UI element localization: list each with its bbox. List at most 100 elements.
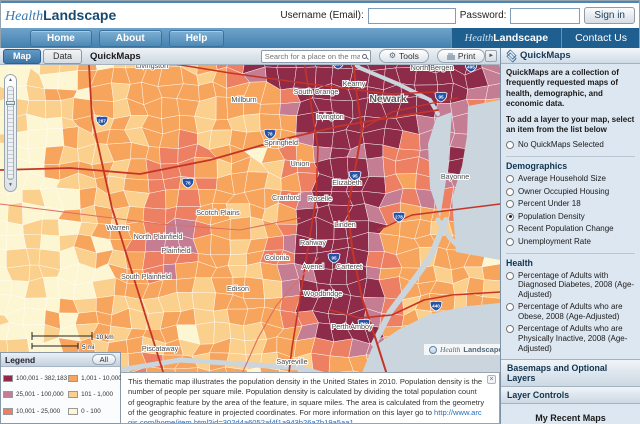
city-label: Edison <box>227 284 249 293</box>
zoom-track[interactable] <box>6 86 15 180</box>
svg-text:78: 78 <box>185 181 191 186</box>
map-toolbar: Map Data QuickMaps ⚙ Tools Print ► <box>0 48 500 65</box>
scale-km-label: 10 km <box>96 334 114 341</box>
quickmap-option-label: Unemployment Rate <box>518 236 591 246</box>
quickmap-option[interactable]: Percent Under 18 <box>506 199 635 209</box>
quickmap-option-label: Average Household Size <box>518 173 606 183</box>
city-label: Irvington <box>316 112 344 121</box>
legend-swatch <box>68 391 79 399</box>
search-icon <box>361 53 367 59</box>
quickmap-option[interactable]: Unemployment Rate <box>506 237 635 247</box>
svg-text:287: 287 <box>98 119 106 124</box>
legend-swatch <box>68 374 79 382</box>
quickmap-option[interactable]: Population Density <box>506 212 635 222</box>
radio-icon <box>506 141 514 150</box>
section-title-demographics: Demographics <box>506 155 635 171</box>
quickmap-option[interactable]: Percentage of Adults with Diagnosed Diab… <box>506 271 635 300</box>
nav-brand-health: Health <box>464 32 494 44</box>
quickmaps-intro-2: To add a layer to your map, select an it… <box>506 114 635 134</box>
tools-label: Tools <box>399 51 419 61</box>
tab-data[interactable]: Data <box>43 48 83 64</box>
svg-text:440: 440 <box>432 304 440 309</box>
city-label: Roselle <box>308 194 332 203</box>
close-icon[interactable]: × <box>487 375 496 384</box>
city-label: Kearny <box>343 79 366 88</box>
nav-items: Home About Help <box>0 28 225 48</box>
svg-text:95: 95 <box>331 256 337 261</box>
quickmaps-panel-header[interactable]: QuickMaps <box>501 48 640 64</box>
legend-swatch <box>3 408 13 416</box>
quickmap-option-label: Percentage of Adults with Diagnosed Diab… <box>518 270 635 299</box>
quickmaps-sidebar: QuickMaps QuickMaps are a collection of … <box>500 48 640 424</box>
layers-icon <box>506 51 516 61</box>
city-label: Colonia <box>265 253 289 262</box>
city-label: North Plainfield <box>134 232 183 241</box>
legend-swatch <box>3 374 13 382</box>
quickmap-option[interactable]: Recent Population Change <box>506 224 635 234</box>
tab-map[interactable]: Map <box>3 48 41 64</box>
legend-all-button[interactable]: All <box>91 354 116 365</box>
quickmaps-intro-1: QuickMaps are a collection of frequently… <box>506 68 619 109</box>
city-label: Warren <box>106 223 129 232</box>
quickmap-option[interactable]: Percentage of Adults who are Physically … <box>506 324 635 353</box>
city-label: Avenel <box>302 262 324 271</box>
layer-description-panel: × This thematic map illustrates the popu… <box>121 372 500 424</box>
svg-text:278: 278 <box>395 215 403 220</box>
quickmap-option-label: Population Density <box>518 211 585 221</box>
legend-swatch <box>3 391 13 399</box>
legend-item: 10,001 - 25,000 <box>3 403 67 420</box>
username-input[interactable] <box>367 7 456 24</box>
attribution-health: Health <box>440 345 461 354</box>
nav-button-home[interactable]: Home <box>30 29 92 47</box>
city-label: Piscataway <box>142 344 179 353</box>
quickmap-option[interactable]: Owner Occupied Housing <box>506 187 635 197</box>
nav-button-help[interactable]: Help <box>168 29 225 47</box>
legend-panel: Legend All 100,001 - 382,183 25,001 - 100… <box>0 352 122 424</box>
app-header: HealthLandscape Username (Email): Passwo… <box>0 3 640 28</box>
quickmaps-panel-title: QuickMaps <box>520 50 571 61</box>
legend-item: 1,001 - 10,000 <box>68 370 122 387</box>
radio-icon <box>506 303 514 312</box>
accordion-layer-controls[interactable]: Layer Controls <box>501 387 640 405</box>
quickmap-option[interactable]: Average Household Size <box>506 174 635 184</box>
city-label: Millburn <box>231 95 256 104</box>
city-label: Linden <box>334 220 356 229</box>
logo-health-text: Health <box>5 8 44 24</box>
city-label: Carteret <box>336 262 362 271</box>
tools-button[interactable]: ⚙ Tools <box>378 49 429 63</box>
sign-in-button[interactable]: Sign in <box>584 7 635 24</box>
quickmap-option[interactable]: No QuickMaps Selected <box>506 140 635 150</box>
quickmap-option[interactable]: Percentage of Adults who are Obese, 2008… <box>506 302 635 321</box>
globe-icon <box>429 345 437 354</box>
nav-button-about[interactable]: About <box>98 29 162 47</box>
printer-icon <box>446 52 455 60</box>
layer-description-text: This thematic map illustrates the popula… <box>128 377 485 417</box>
city-label: Plainfield <box>161 246 190 255</box>
zoom-slider-handle[interactable] <box>6 101 15 105</box>
radio-icon <box>506 200 514 209</box>
radio-icon <box>506 212 514 221</box>
nav-brand-landscape: Landscape <box>493 32 549 44</box>
accordion-basemaps-and-optional-layers[interactable]: Basemaps and Optional Layers <box>501 359 640 388</box>
main-content: 2872804959578789527895440440 LivingstonN… <box>0 48 640 424</box>
print-button[interactable]: Print <box>436 49 486 63</box>
city-label: Scotch Plains <box>196 208 240 217</box>
legend-item: 0 - 100 <box>68 403 122 420</box>
quickmap-option-label: Owner Occupied Housing <box>518 186 610 196</box>
search-input[interactable] <box>264 51 360 61</box>
zoom-out-icon[interactable]: ▼ <box>8 182 13 189</box>
map-search-box <box>260 49 371 63</box>
legend-item: 25,001 - 100,000 <box>3 387 67 404</box>
nav-brand-link[interactable]: Health Landscape <box>450 28 562 48</box>
zoom-in-icon[interactable]: ▲ <box>8 77 13 84</box>
contact-us-link[interactable]: Contact Us <box>561 28 640 48</box>
radio-icon <box>506 187 514 196</box>
svg-text:78: 78 <box>267 132 273 137</box>
nav-right: Health Landscape Contact Us <box>450 28 640 48</box>
sidebar-collapse-button[interactable]: ► <box>485 50 497 62</box>
quickmap-option-label: Percentage of Adults who are Obese, 2008… <box>518 302 623 321</box>
legend-swatch <box>68 408 79 416</box>
svg-text:95: 95 <box>438 95 444 100</box>
password-input[interactable] <box>510 7 581 24</box>
quickmap-option-label: Percentage of Adults who are Physically … <box>518 324 628 353</box>
